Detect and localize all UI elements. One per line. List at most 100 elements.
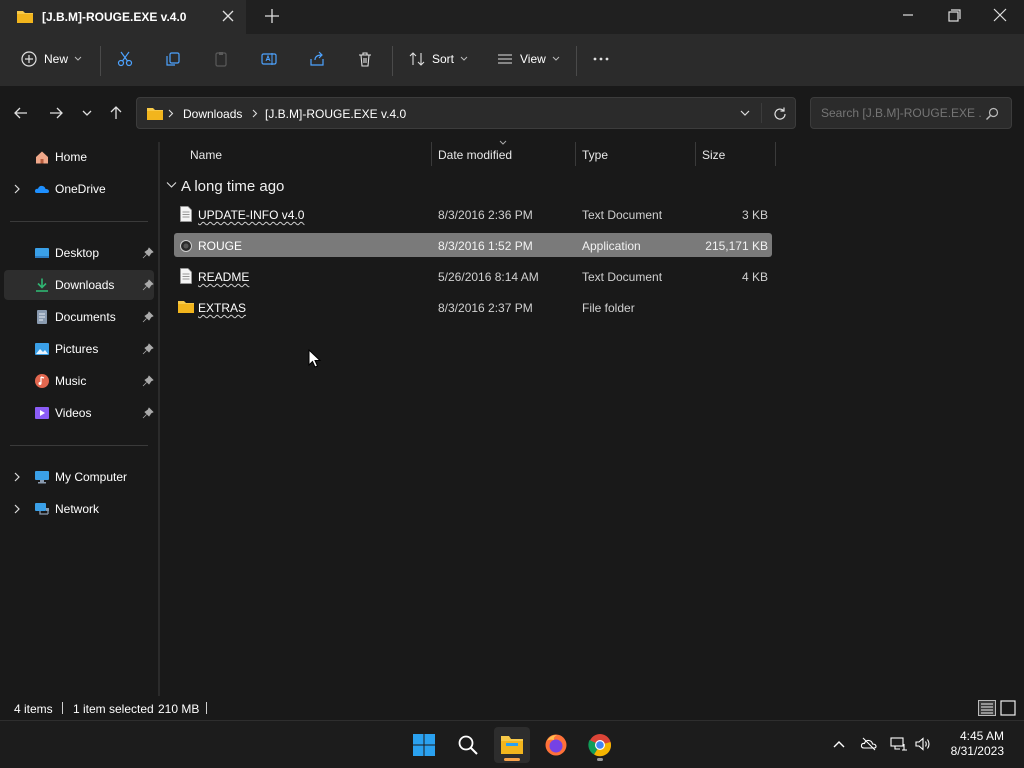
column-header-type[interactable]: Type [582,148,608,162]
expand-chevron-icon[interactable] [12,471,22,483]
breadcrumb-downloads[interactable]: Downloads [183,107,242,121]
firefox-icon [545,734,567,756]
sidebar-item-documents[interactable]: Documents [4,302,154,332]
recent-locations-chevron-icon[interactable] [74,100,100,126]
sort-button[interactable]: Sort [408,46,468,72]
paste-button[interactable] [212,46,230,72]
search-icon[interactable] [985,107,999,121]
group-header[interactable]: A long time ago [164,178,364,196]
address-history-chevron-icon[interactable] [739,109,751,118]
column-header-date-modified[interactable]: Date modified [438,148,512,162]
taskbar: 4:45 AM 8/31/2023 [0,720,1024,768]
file-name: README [198,270,250,284]
file-row[interactable]: README 5/26/2016 8:14 AM Text Document 4… [174,264,772,288]
folder-icon [147,108,163,120]
clock-time: 4:45 AM [959,729,1004,743]
start-button[interactable] [406,727,442,763]
clock-date: 8/31/2023 [950,744,1004,758]
file-type: Text Document [582,270,663,284]
view-button-label: View [520,52,546,66]
search-icon [458,735,478,755]
scissors-icon [117,51,133,67]
sidebar-item-my-computer[interactable]: My Computer [4,462,154,492]
show-hidden-icons-chevron-icon[interactable] [830,735,848,753]
column-separator[interactable] [775,142,776,166]
toolbar-divider [100,46,101,76]
chevron-down-icon [74,56,82,61]
forward-arrow-icon[interactable] [43,100,69,126]
more-options-button[interactable] [592,46,610,72]
file-date-modified: 8/3/2016 2:37 PM [438,301,533,315]
folder-icon [178,301,194,313]
window-tab[interactable]: [J.B.M]-ROUGE.EXE v.4.0 [0,0,246,34]
details-view-icon[interactable] [978,700,996,716]
file-row[interactable]: UPDATE-INFO v4.0 8/3/2016 2:36 PM Text D… [174,202,772,226]
breadcrumb-current-folder[interactable]: [J.B.M]-ROUGE.EXE v.4.0 [265,107,406,121]
minimize-icon[interactable] [894,4,922,26]
sidebar-item-onedrive[interactable]: OneDrive [4,174,154,204]
sort-icon [409,52,425,66]
close-window-icon[interactable] [986,4,1014,26]
sidebar-item-home[interactable]: Home [4,142,154,172]
new-button[interactable]: New [20,46,82,72]
up-arrow-icon[interactable] [103,100,129,126]
column-header-name[interactable]: Name [190,148,222,162]
column-separator[interactable] [431,142,432,166]
close-tab-icon[interactable] [218,6,238,26]
address-bar[interactable]: Downloads [J.B.M]-ROUGE.EXE v.4.0 [136,97,796,129]
network-status-icon[interactable] [890,735,908,753]
sidebar-item-label: My Computer [55,470,128,484]
sidebar-item-music[interactable]: Music [4,366,154,396]
column-separator[interactable] [695,142,696,166]
chrome-taskbar-button[interactable] [582,727,618,763]
sidebar-item-desktop[interactable]: Desktop [4,238,154,268]
item-count: 4 items [14,702,53,716]
sidebar-item-label: Pictures [55,342,99,356]
tiles-view-icon[interactable] [1000,700,1016,716]
firefox-taskbar-button[interactable] [538,727,574,763]
rename-button[interactable] [260,46,278,72]
back-arrow-icon[interactable] [8,100,34,126]
sidebar-item-videos[interactable]: Videos [4,398,154,428]
collapse-chevron-icon[interactable] [166,181,177,189]
file-name: ROUGE [198,239,243,253]
system-clock[interactable]: 4:45 AM 8/31/2023 [951,729,1004,759]
file-date-modified: 8/3/2016 1:52 PM [438,239,533,253]
taskbar-search-button[interactable] [450,727,486,763]
pin-icon [142,247,154,259]
restore-icon[interactable] [940,4,968,26]
file-row-selected[interactable]: ROUGE 8/3/2016 1:52 PM Application 215,1… [174,233,772,257]
delete-button[interactable] [356,46,374,72]
chevron-right-icon [168,109,174,118]
sidebar-item-pictures[interactable]: Pictures [4,334,154,364]
expand-chevron-icon[interactable] [12,503,22,515]
column-separator[interactable] [575,142,576,166]
cut-button[interactable] [116,46,134,72]
chevron-down-icon [552,56,560,61]
new-button-label: New [44,52,69,66]
column-header-size[interactable]: Size [702,148,725,162]
volume-icon[interactable] [914,735,932,753]
refresh-icon[interactable] [772,106,788,122]
share-button[interactable] [308,46,326,72]
computer-icon [35,471,49,484]
file-row[interactable]: EXTRAS 8/3/2016 2:37 PM File folder [174,295,772,319]
expand-chevron-icon[interactable] [12,183,22,195]
search-input[interactable] [819,105,983,121]
new-tab-icon[interactable] [262,6,282,26]
file-explorer-taskbar-button[interactable] [494,727,530,763]
sidebar-item-label: Documents [55,310,116,324]
command-bar: New Sort View [0,34,1024,87]
sidebar-item-network[interactable]: Network [4,494,154,524]
status-separator [62,702,63,714]
chevron-right-icon [252,109,258,118]
copy-button[interactable] [164,46,182,72]
search-box[interactable] [810,97,1012,129]
sidebar-item-label: Home [55,150,88,164]
selection-count: 1 item selected [73,702,154,716]
view-button[interactable]: View [496,46,560,72]
sidebar-item-downloads[interactable]: Downloads [4,270,154,300]
onedrive-offline-icon[interactable] [860,735,878,753]
trash-icon [359,52,371,67]
mouse-cursor-icon [308,349,322,368]
